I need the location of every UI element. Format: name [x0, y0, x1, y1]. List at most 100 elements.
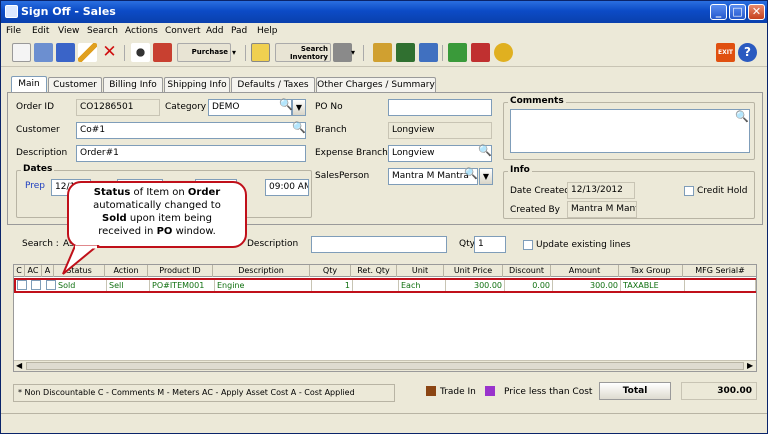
row-cost-applied-checkbox[interactable] — [46, 280, 56, 290]
row-qty[interactable]: 1 — [312, 280, 353, 291]
col-amount[interactable]: Amount — [551, 265, 619, 277]
expense-branch-field[interactable]: Longview — [388, 145, 492, 162]
menu-file[interactable]: File — [6, 23, 21, 39]
search-description-label: Description — [247, 239, 299, 249]
col-a[interactable]: A — [42, 265, 54, 277]
row-description[interactable]: Engine — [215, 280, 312, 291]
binoculars-icon[interactable] — [131, 43, 150, 62]
tab-main[interactable]: Main — [11, 76, 47, 93]
tab-customer[interactable]: Customer — [48, 77, 102, 93]
prep-label: Prep — [25, 181, 46, 191]
menu-help[interactable]: Help — [257, 23, 278, 39]
exit-button[interactable]: EXIT — [716, 43, 735, 62]
description-field[interactable]: Order#1 — [76, 145, 306, 162]
row-mfg-serial[interactable] — [685, 280, 756, 291]
help-icon[interactable]: ? — [738, 43, 757, 62]
purchase-button[interactable]: Purchase — [177, 43, 231, 62]
col-tax-group[interactable]: Tax Group — [619, 265, 683, 277]
menu-convert[interactable]: Convert — [165, 23, 201, 39]
po-no-field[interactable] — [388, 99, 492, 116]
menu-search[interactable]: Search — [87, 23, 118, 39]
col-description[interactable]: Description — [213, 265, 310, 277]
col-action[interactable]: Action — [105, 265, 148, 277]
scrollbar-thumb[interactable] — [26, 362, 744, 370]
window-title: Sign Off - Sales — [21, 5, 116, 18]
search-inventory-button[interactable]: Search Inventory — [275, 43, 331, 62]
tab-billing-info[interactable]: Billing Info — [103, 77, 163, 93]
row-unit-price[interactable]: 300.00 — [446, 280, 505, 291]
salesperson-dropdown-icon[interactable]: ▼ — [479, 168, 493, 185]
update-existing-checkbox[interactable] — [523, 240, 533, 250]
comments-field[interactable] — [510, 109, 750, 153]
search-description-field[interactable] — [311, 236, 447, 253]
title-bar: Sign Off - Sales _ □ ✕ — [1, 1, 767, 23]
scroll-left-icon[interactable]: ◀ — [16, 361, 22, 370]
settings-icon[interactable] — [333, 43, 352, 62]
salesperson-search-icon[interactable]: 🔍 — [464, 167, 478, 180]
customer-label: Customer — [16, 125, 60, 135]
row-tax-group[interactable]: TAXABLE — [621, 280, 685, 291]
customer-field[interactable]: Co#1 — [76, 122, 306, 139]
scroll-right-icon[interactable]: ▶ — [747, 361, 753, 370]
minimize-button[interactable]: _ — [710, 4, 727, 20]
col-unit[interactable]: Unit — [397, 265, 444, 277]
col-unit-price[interactable]: Unit Price — [444, 265, 503, 277]
col-ac[interactable]: AC — [25, 265, 42, 277]
truck-icon[interactable] — [419, 43, 438, 62]
row-unit[interactable]: Each — [399, 280, 446, 291]
callout-text: Sold — [102, 213, 127, 224]
expense-branch-search-icon[interactable]: 🔍 — [478, 144, 492, 157]
row-ret-qty[interactable] — [353, 280, 399, 291]
credit-hold-checkbox[interactable] — [684, 186, 694, 196]
horizontal-scrollbar[interactable]: ◀ ▶ — [14, 360, 756, 371]
time-field[interactable]: 09:00 AM — [265, 179, 309, 196]
qty-field[interactable]: 1 — [474, 236, 506, 253]
menu-actions[interactable]: Actions — [125, 23, 158, 39]
sales-window: Sign Off - Sales _ □ ✕ File Edit View Se… — [0, 0, 768, 434]
row-comments-checkbox[interactable] — [17, 280, 27, 290]
total-button[interactable]: Total — [599, 382, 671, 400]
col-qty[interactable]: Qty — [310, 265, 351, 277]
col-product-id[interactable]: Product ID — [148, 265, 213, 277]
approve-icon[interactable] — [448, 43, 467, 62]
reject-icon[interactable] — [471, 43, 490, 62]
row-product-id[interactable]: PO#ITEM001 — [150, 280, 215, 291]
info-group: Info Date Created 12/13/2012 Created By … — [503, 165, 755, 219]
menu-pad[interactable]: Pad — [231, 23, 247, 39]
category-dropdown-icon[interactable]: ▼ — [292, 99, 306, 116]
new-icon[interactable] — [12, 43, 31, 62]
col-discount[interactable]: Discount — [503, 265, 551, 277]
col-ret-qty[interactable]: Ret. Qty — [351, 265, 397, 277]
user-icon[interactable] — [494, 43, 513, 62]
category-search-icon[interactable]: 🔍 — [279, 98, 293, 111]
purchase-dropdown-icon[interactable]: ▾ — [232, 43, 240, 62]
edit-pencil-icon[interactable] — [78, 43, 97, 62]
menu-view[interactable]: View — [58, 23, 79, 39]
save-icon[interactable] — [56, 43, 75, 62]
tab-defaults-taxes[interactable]: Defaults / Taxes — [231, 77, 315, 93]
comments-search-icon[interactable]: 🔍 — [735, 110, 749, 123]
col-c[interactable]: C — [14, 265, 25, 277]
row-asset-cost-checkbox[interactable] — [31, 280, 41, 290]
cash-icon[interactable] — [373, 43, 392, 62]
tab-other-charges-summary[interactable]: Other Charges / Summary — [316, 77, 436, 93]
row-discount[interactable]: 0.00 — [505, 280, 553, 291]
row-status[interactable]: Sold — [56, 280, 107, 291]
menu-edit[interactable]: Edit — [32, 23, 49, 39]
row-action[interactable]: Sell — [107, 280, 150, 291]
table-row[interactable]: Sold Sell PO#ITEM001 Engine 1 Each 300.0… — [14, 278, 756, 293]
menu-add[interactable]: Add — [206, 23, 223, 39]
settings-dropdown-icon[interactable]: ▾ — [351, 43, 359, 62]
maximize-button[interactable]: □ — [729, 4, 746, 20]
print-icon[interactable] — [34, 43, 53, 62]
customer-search-icon[interactable]: 🔍 — [292, 121, 306, 134]
notes-icon[interactable] — [251, 43, 270, 62]
inventory-icon[interactable] — [153, 43, 172, 62]
delete-icon[interactable]: ✕ — [100, 43, 119, 62]
close-button[interactable]: ✕ — [748, 4, 765, 20]
row-amount[interactable]: 300.00 — [553, 280, 621, 291]
tab-shipping-info[interactable]: Shipping Info — [164, 77, 230, 93]
col-mfg-serial[interactable]: MFG Serial# — [683, 265, 756, 277]
date-created-label: Date Created — [510, 186, 570, 196]
register-icon[interactable] — [396, 43, 415, 62]
